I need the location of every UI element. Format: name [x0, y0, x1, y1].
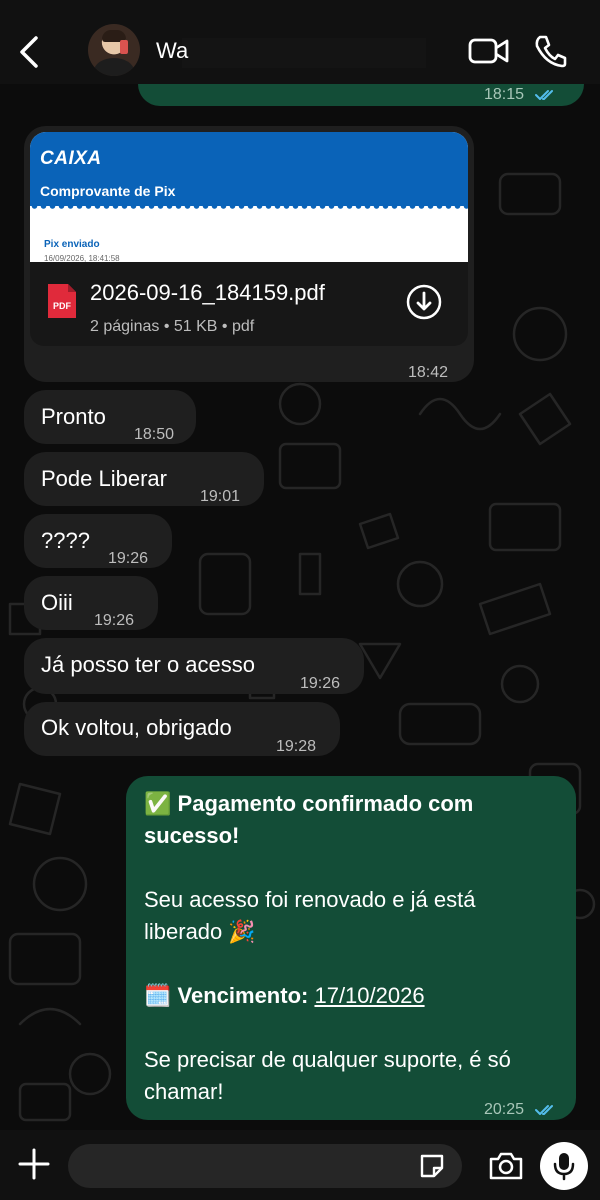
preview-brand: CAIXA: [40, 148, 102, 169]
voice-call-button[interactable]: [532, 34, 568, 68]
message-time: 19:26: [300, 675, 341, 692]
due-date-link[interactable]: 17/10/2026: [314, 983, 424, 1008]
camera-icon: [489, 1152, 523, 1180]
message-text: Pronto: [41, 404, 106, 429]
pdf-file-icon: PDF: [48, 284, 76, 318]
download-icon: [406, 284, 442, 320]
message-text: Ok voltou, obrigado: [41, 715, 232, 740]
message-text: Já posso ter o acesso: [41, 652, 256, 677]
phone-icon: [535, 35, 567, 68]
message-composer: [0, 1130, 600, 1200]
message-input[interactable]: [68, 1144, 462, 1188]
voice-record-button[interactable]: [540, 1142, 588, 1190]
payment-confirmation-message[interactable]: ✅ Pagamento confirmado com sucesso! Seu …: [126, 776, 576, 1120]
message-text: ????: [41, 528, 90, 553]
check-emoji: ✅: [144, 791, 172, 816]
document-preview[interactable]: CAIXA Comprovante de Pix Pix enviado 16/…: [30, 132, 468, 262]
message-time: 19:01: [200, 488, 241, 505]
attach-button[interactable]: [16, 1146, 52, 1182]
microphone-icon: [553, 1153, 575, 1181]
incoming-message[interactable]: Pode Liberar 19:01: [24, 452, 264, 506]
contact-avatar[interactable]: [88, 24, 140, 76]
confirmation-due-line: 🗓️ Vencimento: 17/10/2026: [144, 983, 425, 1008]
message-time-text: 18:15: [484, 86, 525, 103]
download-button[interactable]: [406, 284, 442, 320]
sticker-icon: [420, 1154, 444, 1178]
read-ticks-icon: [534, 1104, 553, 1115]
line1-text: Seu acesso foi renovado e já está libera…: [144, 887, 476, 944]
preview-title: Comprovante de Pix: [40, 183, 176, 199]
calendar-emoji: 🗓️: [144, 983, 172, 1008]
message-text: Pode Liberar: [41, 466, 167, 491]
preview-date: 16/09/2026, 18:41:58: [44, 254, 120, 262]
message-time: 18:42: [408, 364, 449, 381]
avatar-phone: [120, 40, 128, 54]
message-time: 20:25: [484, 1094, 557, 1126]
message-time: 19:26: [108, 550, 149, 567]
camera-button[interactable]: [488, 1150, 524, 1182]
plus-icon: [18, 1148, 50, 1180]
message-time: 18:50: [134, 426, 175, 443]
incoming-message[interactable]: ???? 19:26: [24, 514, 172, 568]
document-message[interactable]: CAIXA Comprovante de Pix Pix enviado 16/…: [24, 126, 474, 382]
message-text: Oiii: [41, 590, 73, 615]
party-emoji: 🎉: [228, 919, 256, 944]
chat-header: Wa: [0, 0, 600, 84]
message-time-text: 20:25: [484, 1101, 525, 1118]
confirmation-line1: Seu acesso foi renovado e já está libera…: [144, 884, 554, 948]
headline-text: Pagamento confirmado com sucesso!: [144, 791, 474, 848]
message-time: 18:15: [484, 80, 557, 110]
sticker-button[interactable]: [418, 1152, 446, 1180]
incoming-message[interactable]: Oiii 19:26: [24, 576, 158, 630]
incoming-message[interactable]: Ok voltou, obrigado 19:28: [24, 702, 340, 756]
document-file-name: 2026-09-16_184159.pdf: [90, 280, 325, 305]
chevron-left-icon: [20, 36, 38, 68]
contact-name[interactable]: Wa: [156, 38, 426, 68]
svg-text:PDF: PDF: [53, 301, 72, 311]
avatar-shirt: [94, 58, 134, 76]
document-file-meta: 2 páginas • 51 KB • pdf: [90, 318, 255, 335]
confirmation-headline: ✅ Pagamento confirmado com sucesso!: [144, 788, 554, 852]
incoming-message[interactable]: Já posso ter o acesso 19:26: [24, 638, 364, 694]
message-time: 19:28: [276, 738, 317, 755]
due-label: Vencimento: [177, 983, 302, 1008]
incoming-message[interactable]: Pronto 18:50: [24, 390, 196, 444]
message-time: 19:26: [94, 612, 135, 629]
video-call-button[interactable]: [468, 36, 510, 66]
read-ticks-icon: [534, 89, 553, 100]
video-camera-icon: [468, 38, 509, 64]
document-info[interactable]: PDF 2026-09-16_184159.pdf 2 páginas • 51…: [30, 262, 468, 346]
back-button[interactable]: [12, 30, 46, 74]
